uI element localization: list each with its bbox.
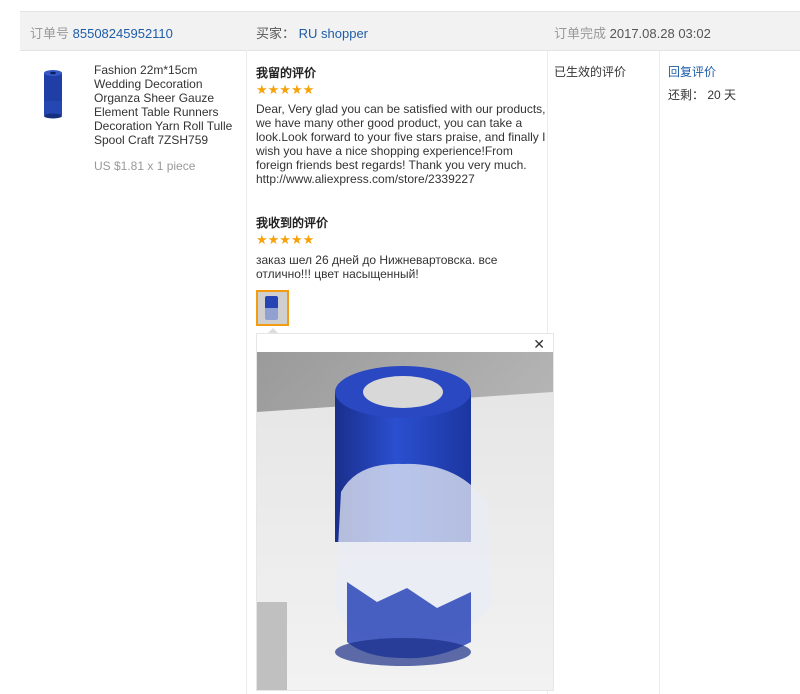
review-photo-viewer: ✕ <box>256 333 554 691</box>
reply-review-link[interactable]: 回复评价 <box>668 63 716 80</box>
buyer-cell: 买家： RU shopper <box>256 23 368 42</box>
completed-cell: 订单完成 2017.08.28 03:02 <box>554 23 711 42</box>
buyer-name-link[interactable]: RU shopper <box>299 26 368 41</box>
buyer-label: 买家： <box>256 26 296 41</box>
blue-tulle-roll-icon <box>44 70 62 119</box>
product-title-link[interactable]: Fashion 22m*15cm Wedding Decoration Orga… <box>94 63 244 147</box>
order-number-label: 订单号 <box>30 26 70 41</box>
my-review-stars: ★★★★★ <box>256 82 315 97</box>
review-status: 已生效的评价 <box>554 65 627 79</box>
review-photo-thumbnail[interactable] <box>256 290 289 326</box>
blue-tulle-roll-photo-icon <box>257 352 553 690</box>
close-icon[interactable]: ✕ <box>533 338 545 352</box>
my-review-heading: 我留的评价 <box>256 66 317 80</box>
received-review-stars: ★★★★★ <box>256 232 315 247</box>
blue-tulle-roll-icon <box>258 292 287 324</box>
product-image[interactable] <box>30 67 80 123</box>
received-review-heading: 我收到的评价 <box>256 216 329 230</box>
my-review-text: Dear, Very glad you can be satisfied wit… <box>256 102 546 186</box>
order-card: 订单号 85508245952110 买家： RU shopper 订单完成 2… <box>20 11 800 694</box>
product-price: US $1.81 x 1 piece <box>94 159 196 173</box>
remaining-days: 还剩： 20 天 <box>668 88 737 102</box>
column-divider <box>659 50 660 694</box>
received-review-text: заказ шел 26 дней до Нижневартовска. все… <box>256 253 498 281</box>
completed-time: 2017.08.28 03:02 <box>609 26 711 41</box>
column-divider <box>246 50 247 694</box>
order-number-cell: 订单号 85508245952110 <box>30 23 173 42</box>
completed-label: 订单完成 <box>554 26 607 41</box>
order-header: 订单号 85508245952110 买家： RU shopper 订单完成 2… <box>20 11 800 51</box>
order-number-link[interactable]: 85508245952110 <box>73 26 173 41</box>
